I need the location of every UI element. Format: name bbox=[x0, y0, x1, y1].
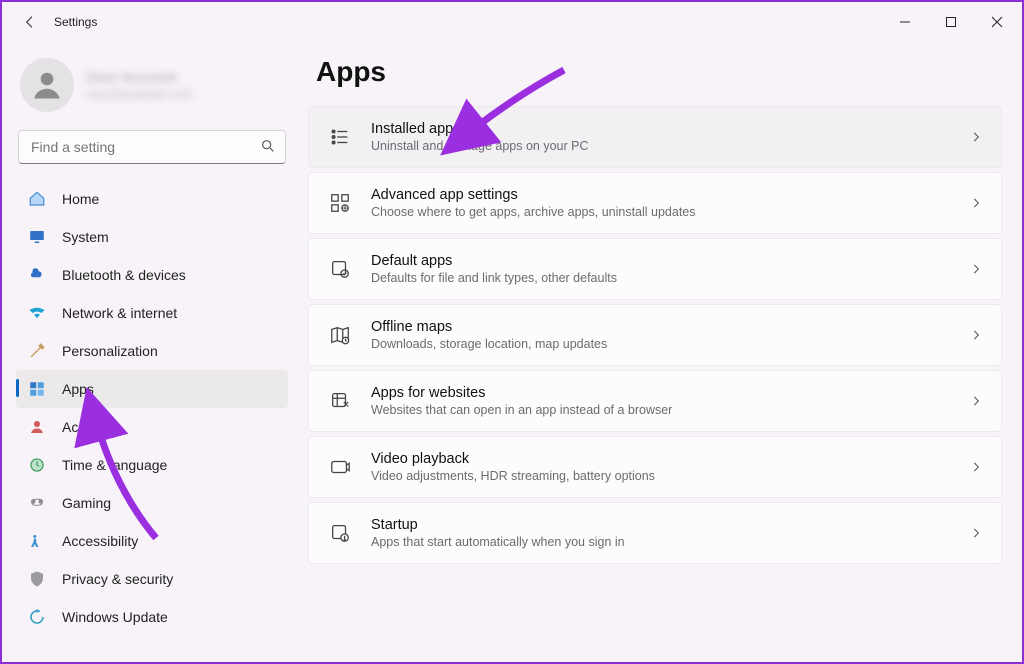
sidebar-item-apps[interactable]: Apps bbox=[16, 370, 288, 408]
sidebar-item-bluetooth-devices[interactable]: Bluetooth & devices bbox=[16, 256, 288, 294]
card-offline-maps[interactable]: Offline maps Downloads, storage location,… bbox=[308, 304, 1002, 366]
sidebar-item-accessibility[interactable]: Accessibility bbox=[16, 522, 288, 560]
nav-icon bbox=[28, 532, 46, 550]
chevron-right-icon bbox=[969, 394, 983, 408]
chevron-right-icon bbox=[969, 526, 983, 540]
card-icon bbox=[327, 322, 353, 348]
chevron-right-icon bbox=[969, 130, 983, 144]
card-startup[interactable]: Startup Apps that start automatically whe… bbox=[308, 502, 1002, 564]
chevron-right-icon bbox=[969, 262, 983, 276]
nav-label: Bluetooth & devices bbox=[62, 267, 186, 283]
card-icon bbox=[327, 190, 353, 216]
nav-label: Accounts bbox=[62, 419, 120, 435]
card-icon bbox=[327, 124, 353, 150]
content-area: Apps Installed apps Uninstall and manage … bbox=[302, 42, 1022, 662]
close-button[interactable] bbox=[974, 4, 1020, 40]
card-advanced-app-settings[interactable]: Advanced app settings Choose where to get… bbox=[308, 172, 1002, 234]
card-icon bbox=[327, 520, 353, 546]
title-bar: Settings bbox=[2, 2, 1022, 42]
chevron-right-icon bbox=[969, 460, 983, 474]
card-title: Advanced app settings bbox=[371, 187, 969, 203]
nav-icon bbox=[28, 456, 46, 474]
back-button[interactable] bbox=[20, 12, 40, 32]
profile-name: User Account bbox=[86, 69, 193, 85]
nav-icon bbox=[28, 228, 46, 246]
sidebar-item-privacy-security[interactable]: Privacy & security bbox=[16, 560, 288, 598]
card-video-playback[interactable]: Video playback Video adjustments, HDR str… bbox=[308, 436, 1002, 498]
card-title: Default apps bbox=[371, 253, 969, 269]
minimize-button[interactable] bbox=[882, 4, 928, 40]
card-installed-apps[interactable]: Installed apps Uninstall and manage apps … bbox=[308, 106, 1002, 168]
nav-icon bbox=[28, 380, 46, 398]
sidebar-item-windows-update[interactable]: Windows Update bbox=[16, 598, 288, 636]
sidebar-item-personalization[interactable]: Personalization bbox=[16, 332, 288, 370]
chevron-right-icon bbox=[969, 328, 983, 342]
nav-icon bbox=[28, 418, 46, 436]
nav-icon bbox=[28, 608, 46, 626]
search-icon bbox=[260, 138, 276, 154]
card-subtitle: Uninstall and manage apps on your PC bbox=[371, 139, 969, 153]
search-box[interactable] bbox=[18, 130, 286, 164]
nav-icon bbox=[28, 304, 46, 322]
search-input[interactable] bbox=[18, 130, 286, 164]
chevron-right-icon bbox=[969, 196, 983, 210]
profile-block[interactable]: User Account user@example.com bbox=[16, 50, 288, 124]
avatar bbox=[20, 58, 74, 112]
maximize-button[interactable] bbox=[928, 4, 974, 40]
card-title: Installed apps bbox=[371, 121, 969, 137]
card-title: Video playback bbox=[371, 451, 969, 467]
window-title: Settings bbox=[54, 15, 97, 29]
nav-label: Privacy & security bbox=[62, 571, 173, 587]
card-subtitle: Defaults for file and link types, other … bbox=[371, 271, 969, 285]
nav-label: Apps bbox=[62, 381, 94, 397]
nav-label: Time & language bbox=[62, 457, 167, 473]
nav-label: System bbox=[62, 229, 109, 245]
sidebar-item-gaming[interactable]: Gaming bbox=[16, 484, 288, 522]
card-title: Startup bbox=[371, 517, 969, 533]
nav-icon bbox=[28, 190, 46, 208]
nav-icon bbox=[28, 494, 46, 512]
sidebar-item-time-language[interactable]: Time & language bbox=[16, 446, 288, 484]
sidebar-item-home[interactable]: Home bbox=[16, 180, 288, 218]
card-icon bbox=[327, 256, 353, 282]
nav-icon bbox=[28, 342, 46, 360]
card-title: Apps for websites bbox=[371, 385, 969, 401]
card-subtitle: Downloads, storage location, map updates bbox=[371, 337, 969, 351]
nav-label: Gaming bbox=[62, 495, 111, 511]
card-title: Offline maps bbox=[371, 319, 969, 335]
card-subtitle: Apps that start automatically when you s… bbox=[371, 535, 969, 549]
sidebar-item-network-internet[interactable]: Network & internet bbox=[16, 294, 288, 332]
card-default-apps[interactable]: Default apps Defaults for file and link t… bbox=[308, 238, 1002, 300]
card-apps-for-websites[interactable]: Apps for websites Websites that can open … bbox=[308, 370, 1002, 432]
sidebar-item-accounts[interactable]: Accounts bbox=[16, 408, 288, 446]
nav-icon bbox=[28, 266, 46, 284]
nav-label: Windows Update bbox=[62, 609, 168, 625]
nav-label: Network & internet bbox=[62, 305, 177, 321]
sidebar: User Account user@example.com Home System… bbox=[2, 42, 302, 662]
card-icon bbox=[327, 388, 353, 414]
card-subtitle: Video adjustments, HDR streaming, batter… bbox=[371, 469, 969, 483]
profile-email: user@example.com bbox=[86, 87, 193, 101]
sidebar-item-system[interactable]: System bbox=[16, 218, 288, 256]
page-title: Apps bbox=[316, 56, 1002, 88]
nav-label: Personalization bbox=[62, 343, 158, 359]
card-icon bbox=[327, 454, 353, 480]
nav-icon bbox=[28, 570, 46, 588]
nav-label: Home bbox=[62, 191, 99, 207]
card-subtitle: Websites that can open in an app instead… bbox=[371, 403, 969, 417]
nav-label: Accessibility bbox=[62, 533, 138, 549]
card-subtitle: Choose where to get apps, archive apps, … bbox=[371, 205, 969, 219]
